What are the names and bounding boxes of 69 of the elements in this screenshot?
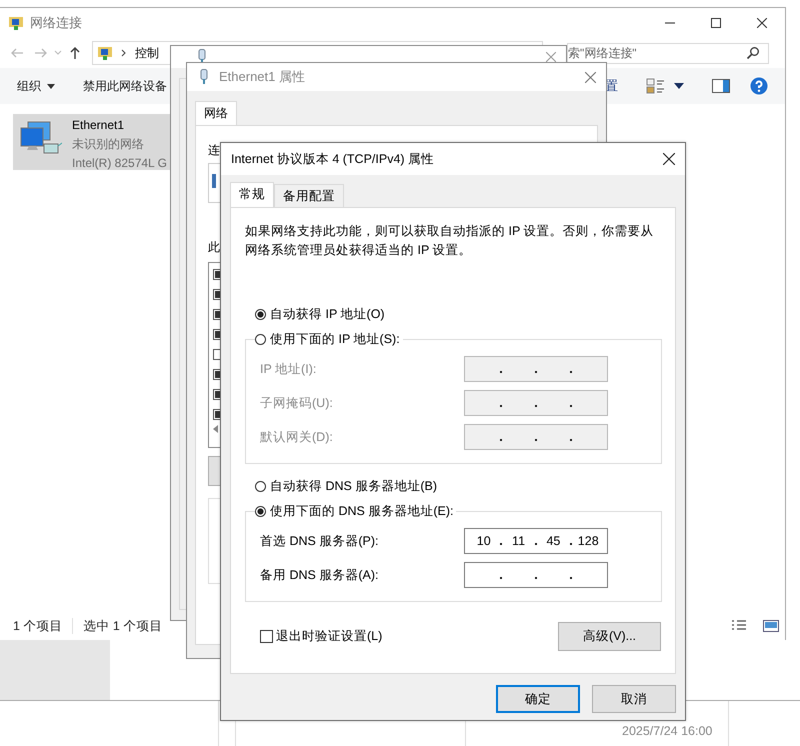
details-view-icon[interactable] — [731, 619, 747, 633]
field-label: IP 地址(I): — [260, 360, 318, 378]
radio-button[interactable] — [255, 334, 266, 345]
chevron-icon — [121, 49, 127, 57]
selection-count: 选中 1 个项目 — [83, 618, 162, 634]
dialog-button[interactable]: 取消 — [592, 685, 676, 713]
network-folder-icon — [8, 15, 24, 31]
dot-separator — [500, 439, 502, 441]
ethernet-plug-icon — [199, 69, 209, 85]
network-folder-icon — [97, 45, 113, 61]
dot-separator — [534, 577, 537, 579]
toolbar-button[interactable]: 禁用此网络设备 — [83, 78, 167, 94]
help-icon[interactable] — [750, 77, 768, 95]
large-icons-view-icon[interactable] — [763, 619, 779, 633]
dot-separator — [570, 405, 572, 407]
preview-pane-icon[interactable] — [712, 79, 730, 93]
dot-separator — [500, 543, 502, 545]
checkbox-option[interactable]: 退出时验证设置(L) — [260, 628, 382, 645]
intro-text: 如果网络支持此功能，则可以获取自动指派的 IP 设置。否则，你需要从网络系统管理员处获得适当的 IP 设置。 — [245, 223, 655, 259]
dot-separator — [570, 439, 572, 441]
view-options-icon[interactable] — [646, 78, 666, 94]
field-label: 默认网关(D): — [260, 428, 334, 446]
radio-button[interactable] — [255, 481, 266, 492]
ip-address-field[interactable] — [464, 424, 608, 450]
address-segment[interactable]: 控制 — [135, 44, 159, 62]
search-field[interactable]: 索"网络连接" — [567, 42, 769, 64]
caret-icon — [47, 84, 55, 88]
window-title: 网络连接 — [30, 14, 82, 32]
adapter-device: Intel(R) 82574L G — [72, 155, 167, 172]
ethernet-plug-icon — [197, 49, 207, 65]
ip-address-field[interactable] — [464, 562, 608, 588]
field-label: 子网掩码(U): — [260, 394, 334, 412]
tab[interactable]: 备用配置 — [274, 184, 344, 207]
field-label: 连 — [208, 142, 220, 159]
dot-separator — [500, 405, 502, 407]
dot-separator — [534, 405, 537, 407]
dot-separator — [534, 439, 537, 441]
field-label: 此 — [208, 239, 220, 256]
item-count: 1 个项目 — [13, 618, 62, 634]
dot-separator — [500, 371, 502, 373]
clock-text: 2025/7/24 16:00 — [622, 724, 712, 738]
adapter-name: Ethernet1 — [72, 117, 126, 134]
ip-address-field[interactable] — [464, 356, 608, 382]
radio-button[interactable] — [255, 309, 266, 320]
close-button[interactable] — [757, 18, 767, 28]
window-title: Ethernet1 属性 — [219, 68, 305, 86]
maximize-button[interactable] — [711, 18, 721, 28]
search-icon — [746, 46, 760, 60]
field-label: 首选 DNS 服务器(P): — [260, 532, 380, 550]
dot-separator — [534, 371, 537, 373]
dot-separator — [534, 543, 537, 545]
dot-separator — [570, 543, 572, 545]
adapter-status: 未识别的网络 — [72, 136, 145, 153]
dot-separator — [570, 371, 572, 373]
dot-separator — [570, 577, 572, 579]
close-button[interactable] — [663, 153, 675, 165]
tab[interactable]: 常规 — [230, 182, 274, 207]
dialog-button[interactable]: 确定 — [496, 685, 580, 713]
up-icon[interactable] — [68, 46, 82, 60]
checkbox[interactable] — [260, 630, 273, 643]
field-label: 备用 DNS 服务器(A): — [260, 566, 380, 584]
ip-address-field[interactable] — [464, 390, 608, 416]
radio-button[interactable] — [255, 506, 266, 517]
dot-separator — [500, 577, 502, 579]
toolbar-button[interactable]: 组织 — [17, 78, 55, 94]
advanced-button[interactable]: 高级(V)... — [558, 622, 661, 651]
tab[interactable]: 网络 — [195, 101, 237, 125]
ip-address-field[interactable]: 10 11 45 128 — [464, 528, 608, 554]
caret-icon[interactable] — [674, 83, 684, 89]
